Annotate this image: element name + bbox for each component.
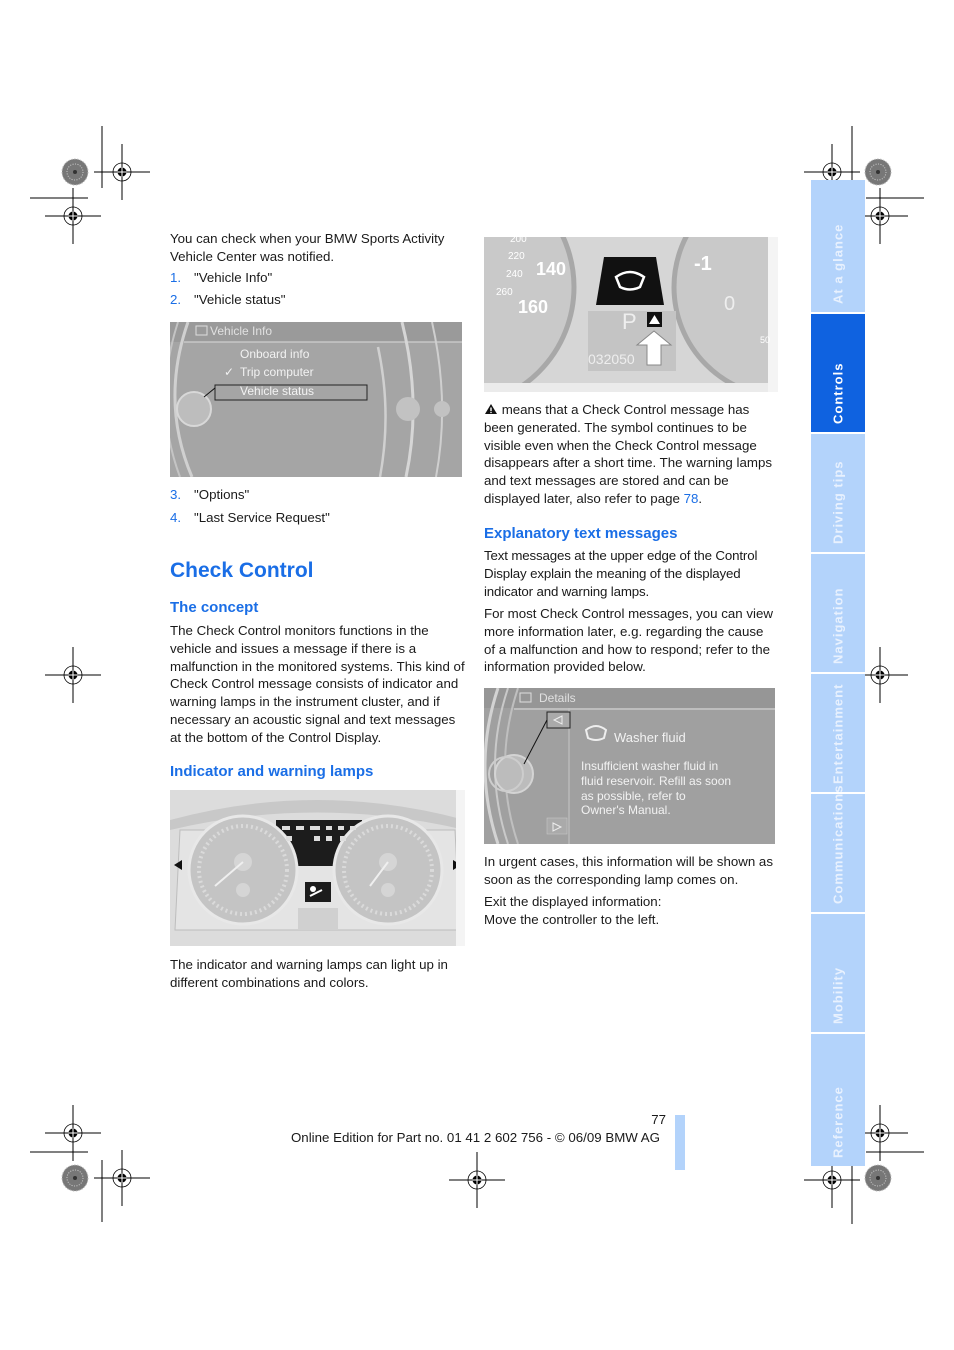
tach-label: 50 bbox=[760, 335, 771, 345]
menu-item-vehicle-status: Vehicle status bbox=[240, 384, 315, 398]
steps-list-b: 3. "Options" 4. "Last Service Request" bbox=[170, 486, 465, 527]
explanatory-paragraph-2: For most Check Control messages, you can… bbox=[484, 606, 773, 675]
urgent-paragraph: In urgent cases, this information will b… bbox=[484, 854, 773, 887]
tab-reference[interactable]: Reference bbox=[811, 1034, 865, 1166]
list-item: 3. "Options" bbox=[170, 486, 465, 504]
tab-label: Entertainment bbox=[830, 683, 846, 784]
tab-at-a-glance[interactable]: At a glance bbox=[811, 180, 865, 312]
menu-item-trip-computer: Trip computer bbox=[240, 365, 314, 379]
odometer: 032050 bbox=[588, 351, 635, 367]
screen-title: Details bbox=[539, 691, 576, 705]
step-text: "Last Service Request" bbox=[194, 509, 330, 525]
message-line: Insufficient washer fluid in bbox=[581, 759, 719, 773]
explanatory-paragraph-1: Text messages at the upper edge of the C… bbox=[484, 548, 758, 599]
step-number: 2. bbox=[170, 291, 182, 307]
screen-title: Vehicle Info bbox=[210, 324, 273, 338]
list-item: 1. "Vehicle Info" bbox=[170, 269, 465, 287]
exit-instruction-2: Move the controller to the left. bbox=[484, 912, 660, 927]
warning-text-end: . bbox=[698, 490, 703, 506]
speed-label: 160 bbox=[518, 297, 549, 317]
registration-cross-icon bbox=[44, 646, 102, 704]
tab-label: Controls bbox=[830, 362, 846, 424]
edition-notice: Online Edition for Part no. 01 41 2 602 … bbox=[290, 1130, 660, 1145]
check-control-symbol-image: 200 220 240 260 140 160 P 032050 -1 0 50 bbox=[484, 237, 778, 392]
lamps-heading: Indicator and warning lamps bbox=[170, 763, 374, 780]
lamps-paragraph: The indicator and warning lamps can ligh… bbox=[170, 957, 448, 990]
step-number: 1. bbox=[170, 270, 182, 285]
list-item: 2. "Vehicle status" bbox=[170, 291, 465, 309]
tab-communications[interactable]: Communications bbox=[811, 785, 865, 912]
registration-cross-icon bbox=[448, 1151, 506, 1209]
instrument-cluster-image bbox=[170, 790, 465, 946]
registration-star-icon bbox=[864, 1164, 892, 1192]
tab-mobility[interactable]: Mobility bbox=[811, 914, 865, 1032]
gear-indicator: P bbox=[622, 309, 637, 334]
intro-paragraph: You can check when your BMW Sports Activ… bbox=[170, 231, 445, 264]
message-line: Owner's Manual. bbox=[581, 803, 671, 817]
menu-item-onboard-info: Onboard info bbox=[240, 347, 310, 361]
instrument-cluster-graphic bbox=[170, 790, 465, 946]
registration-star-icon bbox=[61, 1164, 89, 1192]
tab-navigation[interactable]: Navigation bbox=[811, 554, 865, 672]
tab-controls[interactable]: Controls bbox=[811, 314, 865, 432]
registration-cross-icon bbox=[44, 187, 102, 245]
warning-triangle-icon bbox=[485, 404, 497, 414]
warning-paragraph: means that a Check Control message has b… bbox=[484, 401, 776, 508]
steps-list-a: 1. "Vehicle Info" 2. "Vehicle status" bbox=[170, 269, 465, 309]
registration-cross-icon bbox=[44, 1104, 102, 1162]
message-line: fluid reservoir. Refill as soon bbox=[581, 774, 732, 788]
page-78-link[interactable]: 78 bbox=[684, 491, 699, 506]
list-item: 4. "Last Service Request" bbox=[170, 509, 465, 527]
step-text: "Vehicle Info" bbox=[194, 270, 273, 285]
tab-label: At a glance bbox=[830, 223, 846, 304]
tab-entertainment[interactable]: Entertainment bbox=[811, 674, 865, 792]
exit-instruction-1: Exit the displayed information: bbox=[484, 894, 662, 909]
concept-heading: The concept bbox=[170, 599, 259, 616]
controller-arcs-graphic bbox=[170, 322, 462, 477]
tach-label: 0 bbox=[724, 293, 736, 315]
tab-label: Driving tips bbox=[830, 460, 846, 544]
step-number: 3. bbox=[170, 487, 182, 502]
registration-star-icon bbox=[864, 158, 892, 186]
details-screen-image: Details Washer fluid Insufficient washer… bbox=[484, 688, 775, 844]
step-number: 4. bbox=[170, 509, 182, 525]
warning-text: means that a Check Control message has b… bbox=[484, 402, 772, 506]
check-icon: ✓ bbox=[224, 365, 235, 379]
page-number: 77 bbox=[651, 1112, 666, 1127]
concept-paragraph: The Check Control monitors functions in … bbox=[170, 623, 465, 745]
section-title: Check Control bbox=[170, 559, 314, 582]
explanatory-heading: Explanatory text messages bbox=[484, 525, 678, 542]
tab-driving-tips[interactable]: Driving tips bbox=[811, 434, 865, 552]
step-text: "Vehicle status" bbox=[194, 291, 286, 307]
tab-label: Navigation bbox=[830, 587, 846, 664]
message-line: as possible, refer to bbox=[581, 789, 686, 803]
speed-label: 260 bbox=[496, 287, 513, 298]
footer-color-bar bbox=[675, 1115, 685, 1170]
tab-label: Communications bbox=[830, 784, 846, 904]
speed-label: 200 bbox=[510, 237, 527, 245]
registration-star-icon bbox=[61, 158, 89, 186]
vehicle-info-screen-image: Vehicle Info Onboard info ✓ Trip compute… bbox=[170, 322, 462, 477]
message-title: Washer fluid bbox=[614, 730, 686, 745]
tab-label: Reference bbox=[830, 1086, 846, 1158]
tab-label: Mobility bbox=[830, 966, 846, 1024]
speed-label: 220 bbox=[508, 251, 525, 262]
tach-label: -1 bbox=[694, 253, 712, 275]
speed-label: 140 bbox=[536, 259, 567, 279]
step-text: "Options" bbox=[194, 487, 250, 502]
speed-label: 240 bbox=[506, 269, 523, 280]
